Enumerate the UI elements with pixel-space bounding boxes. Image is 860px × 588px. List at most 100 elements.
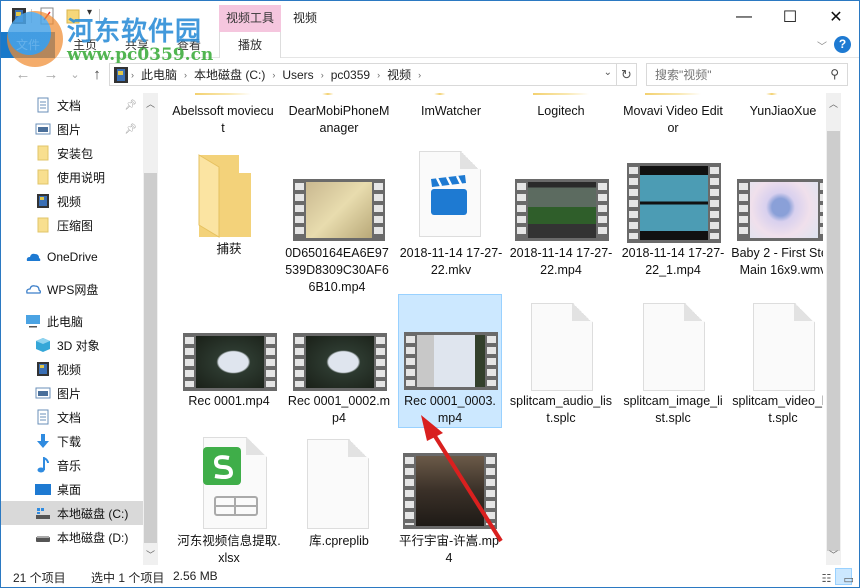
mkv-file-item[interactable]: 2018-11-14 17-27-22.mkv — [399, 151, 503, 281]
splc-file-item[interactable]: splitcam_video_list.splc — [731, 295, 823, 425]
content-scrollbar[interactable]: ︿ ﹀ — [826, 93, 841, 565]
video-tools-tab-group: 视频工具 — [219, 5, 281, 32]
folder-item-capture[interactable]: 捕获 — [177, 151, 281, 261]
file-name: Baby 2 - First Step Main 16x9.wmv — [731, 246, 823, 277]
minimize-button[interactable]: — — [721, 1, 767, 32]
file-name: 2018-11-14 17-27-22.mp4 — [509, 246, 613, 277]
content-scroll-thumb[interactable] — [827, 131, 840, 551]
sidebar-item-label: 使用说明 — [57, 170, 106, 185]
details-view-button[interactable]: ☷ — [813, 568, 832, 585]
sidebar-item-drive-c[interactable]: 本地磁盘 (C:) — [1, 501, 143, 525]
video-file-item[interactable]: 0D650164EA6E97539D8309C30AF66B10.mp4 — [285, 151, 389, 294]
video-folder-icon — [114, 66, 128, 83]
sidebar-item-label: 视频 — [57, 362, 82, 377]
video-file-item[interactable]: Rec 0001_0002.mp4 — [287, 295, 391, 425]
search-icon[interactable]: ⚲ — [830, 67, 839, 81]
drive-c-icon — [36, 508, 50, 519]
expand-ribbon-icon[interactable]: ﹀ — [817, 38, 827, 53]
sidebar-item-label: WPS网盘 — [47, 282, 99, 297]
breadcrumb-videos[interactable]: 视频 — [383, 66, 415, 83]
blank-file-icon — [753, 303, 815, 391]
breadcrumb-pc0359[interactable]: pc0359 — [327, 68, 374, 82]
folder-item[interactable]: DearMobiPhoneManager — [287, 93, 391, 137]
maximize-button[interactable]: ☐ — [767, 1, 813, 32]
cpreplib-file-item[interactable]: 库.cpreplib — [287, 433, 391, 548]
sidebar-item-music[interactable]: 音乐 — [1, 453, 143, 477]
sidebar-item-compressed-images[interactable]: 压缩图 — [1, 213, 143, 237]
file-name: YunJiaoXue — [749, 104, 817, 118]
sidebar-item-label: 3D 对象 — [57, 338, 100, 353]
scroll-up-icon[interactable]: ︿ — [143, 97, 158, 110]
scroll-down-icon[interactable]: ﹀ — [143, 548, 158, 561]
refresh-button[interactable]: ↻ — [617, 63, 637, 86]
address-dropdown-icon[interactable]: ⌄ — [604, 67, 612, 78]
sidebar-scrollbar[interactable]: ︿ ﹀ — [143, 93, 158, 565]
file-name: 2018-11-14 17-27-22.mkv — [399, 246, 503, 277]
folder-item[interactable]: YunJiaoXue — [731, 93, 823, 120]
sidebar-item-pictures[interactable]: 图片 📌︎ — [1, 117, 143, 141]
video-file-item[interactable]: Rec 0001.mp4 — [177, 295, 281, 419]
scroll-up-icon[interactable]: ︿ — [826, 97, 841, 110]
breadcrumb-this-pc[interactable]: 此电脑 — [137, 66, 181, 83]
sidebar-scroll-thumb[interactable] — [144, 173, 157, 543]
video-file-item[interactable]: 2018-11-14 17-27-22.mp4 — [509, 151, 613, 281]
file-name: 捕获 — [216, 242, 242, 256]
video-file-item[interactable]: Baby 2 - First Step Main 16x9.wmv — [731, 151, 823, 293]
pin-icon[interactable]: 📌︎ — [124, 100, 137, 111]
file-name: 2018-11-14 17-27-22_1.mp4 — [621, 246, 725, 277]
search-input[interactable] — [647, 64, 817, 85]
sidebar-item-wps-cloud[interactable]: WPS网盘 — [1, 277, 143, 301]
search-box[interactable]: ⚲ — [646, 63, 848, 86]
sidebar-item-desktop[interactable]: 桌面 — [1, 477, 143, 501]
back-button[interactable]: ← — [13, 65, 33, 85]
sidebar-item-instructions[interactable]: 使用说明 — [1, 165, 143, 189]
sidebar-item-onedrive[interactable]: OneDrive — [1, 245, 143, 269]
folder-icon — [37, 169, 49, 185]
recent-locations-button[interactable]: ⌄ — [65, 65, 85, 85]
sidebar-item-this-pc[interactable]: 此电脑 — [1, 309, 143, 333]
computer-icon — [26, 315, 40, 328]
folder-item[interactable]: ImWatcher — [399, 93, 503, 120]
breadcrumb-users[interactable]: Users — [278, 68, 317, 82]
help-icon[interactable]: ? — [834, 36, 851, 53]
folder-icon — [755, 93, 811, 95]
video-file-item-selected[interactable]: Rec 0001_0003.mp4 — [398, 294, 502, 428]
blank-file-icon — [643, 303, 705, 391]
sidebar-item-3d-objects[interactable]: 3D 对象 — [1, 333, 143, 357]
breadcrumb-separator: › — [418, 69, 422, 80]
up-button[interactable]: ↑ — [87, 65, 107, 85]
file-name: Rec 0001_0002.mp4 — [287, 394, 391, 425]
pin-icon[interactable]: 📌︎ — [124, 124, 137, 135]
close-button[interactable]: ✕ — [813, 1, 859, 32]
address-bar[interactable]: › 此电脑 › 本地磁盘 (C:) › Users › pc0359 › 视频 … — [109, 63, 617, 86]
large-icons-view-icon: ▭ — [843, 574, 854, 586]
file-name: 平行宇宙-许嵩.mp4 — [398, 534, 499, 565]
xlsx-file-item[interactable]: 河东视频信息提取.xlsx — [177, 433, 281, 565]
blank-file-icon — [531, 303, 593, 391]
folder-item[interactable]: Logitech — [509, 93, 613, 120]
sidebar-item-pc-documents[interactable]: 文档 — [1, 405, 143, 429]
file-name: 库.cpreplib — [309, 534, 369, 548]
splc-file-item[interactable]: splitcam_image_list.splc — [621, 295, 725, 425]
video-icon — [37, 194, 49, 208]
breadcrumb-drive-c[interactable]: 本地磁盘 (C:) — [190, 66, 269, 83]
splc-file-item[interactable]: splitcam_audio_list.splc — [509, 295, 613, 425]
sidebar-item-pc-pictures[interactable]: 图片 — [1, 381, 143, 405]
sidebar-item-documents[interactable]: 文档 📌︎ — [1, 93, 143, 117]
sidebar-item-videos[interactable]: 视频 — [1, 189, 143, 213]
sidebar-item-label: 桌面 — [57, 482, 82, 497]
sidebar-item-install-packages[interactable]: 安装包 — [1, 141, 143, 165]
video-file-item[interactable]: 平行宇宙-许嵩.mp4 — [397, 433, 501, 565]
sidebar-item-downloads[interactable]: 下载 — [1, 429, 143, 453]
tab-play[interactable]: 播放 — [219, 32, 281, 58]
file-name: Logitech — [537, 104, 585, 118]
video-file-item[interactable]: 2018-11-14 17-27-22_1.mp4 — [621, 151, 725, 293]
scroll-down-icon[interactable]: ﹀ — [826, 548, 841, 561]
folder-item[interactable]: Abelssoft moviecut — [171, 93, 275, 137]
folder-item[interactable]: Movavi Video Editor — [621, 93, 725, 137]
sidebar-item-pc-videos[interactable]: 视频 — [1, 357, 143, 381]
large-icons-view-button[interactable]: ▭ — [835, 568, 854, 586]
forward-button[interactable]: → — [41, 65, 61, 85]
file-name: Movavi Video Editor — [623, 104, 723, 135]
sidebar-item-drive-d[interactable]: 本地磁盘 (D:) — [1, 525, 143, 549]
